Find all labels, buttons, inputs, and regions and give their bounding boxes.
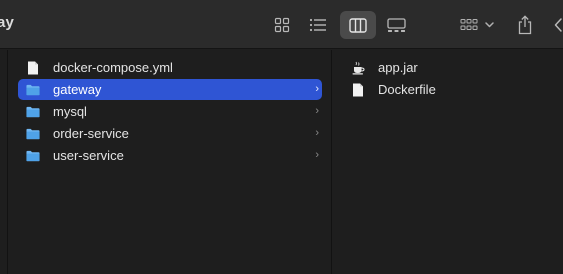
chevron-right-icon: › [315, 149, 319, 161]
column-view-icon [349, 17, 367, 33]
folder-icon [26, 83, 40, 97]
gateway-column: app.jar Dockerfile [333, 50, 563, 274]
list-item-dockerfile[interactable]: Dockerfile [343, 79, 553, 100]
item-label: docker-compose.yml [53, 60, 173, 75]
chevron-right-icon: › [315, 83, 319, 95]
list-item-docker-compose[interactable]: docker-compose.yml [18, 57, 322, 78]
share-icon [518, 15, 532, 35]
icon-view-grid-icon [274, 17, 290, 33]
back-chevron-icon [554, 18, 562, 32]
folder-icon [26, 127, 40, 141]
document-icon [351, 83, 365, 97]
list-item-order-service[interactable]: order-service › [18, 123, 322, 144]
parent-column [0, 50, 8, 274]
list-item-app-jar[interactable]: app.jar [343, 57, 553, 78]
group-by-icon [460, 19, 494, 30]
item-label: order-service [53, 126, 129, 141]
chevron-right-icon: › [315, 105, 319, 117]
item-label: gateway [53, 82, 102, 97]
back-button[interactable] [552, 11, 563, 39]
chevron-right-icon: › [315, 127, 319, 139]
java-archive-icon [351, 61, 365, 75]
group-by-button[interactable] [458, 11, 498, 39]
icon-view-button[interactable] [270, 11, 294, 39]
column-view-button[interactable] [340, 11, 376, 39]
gallery-view-icon [386, 17, 406, 32]
folder-icon [26, 105, 40, 119]
list-view-button[interactable] [306, 11, 330, 39]
item-label: app.jar [378, 60, 418, 75]
project-column: docker-compose.yml gateway › mysql › ord… [9, 50, 332, 274]
list-view-icon [309, 18, 326, 32]
folder-icon [26, 149, 40, 163]
list-item-gateway[interactable]: gateway › [18, 79, 322, 100]
gallery-view-button[interactable] [383, 11, 409, 39]
list-item-mysql[interactable]: mysql › [18, 101, 322, 122]
item-label: mysql [53, 104, 87, 119]
window-title: ay [0, 14, 14, 31]
list-item-user-service[interactable]: user-service › [18, 145, 322, 166]
finder-toolbar: ay [0, 0, 563, 49]
share-button[interactable] [514, 11, 536, 39]
document-icon [26, 61, 40, 75]
item-label: Dockerfile [378, 82, 436, 97]
item-label: user-service [53, 148, 124, 163]
